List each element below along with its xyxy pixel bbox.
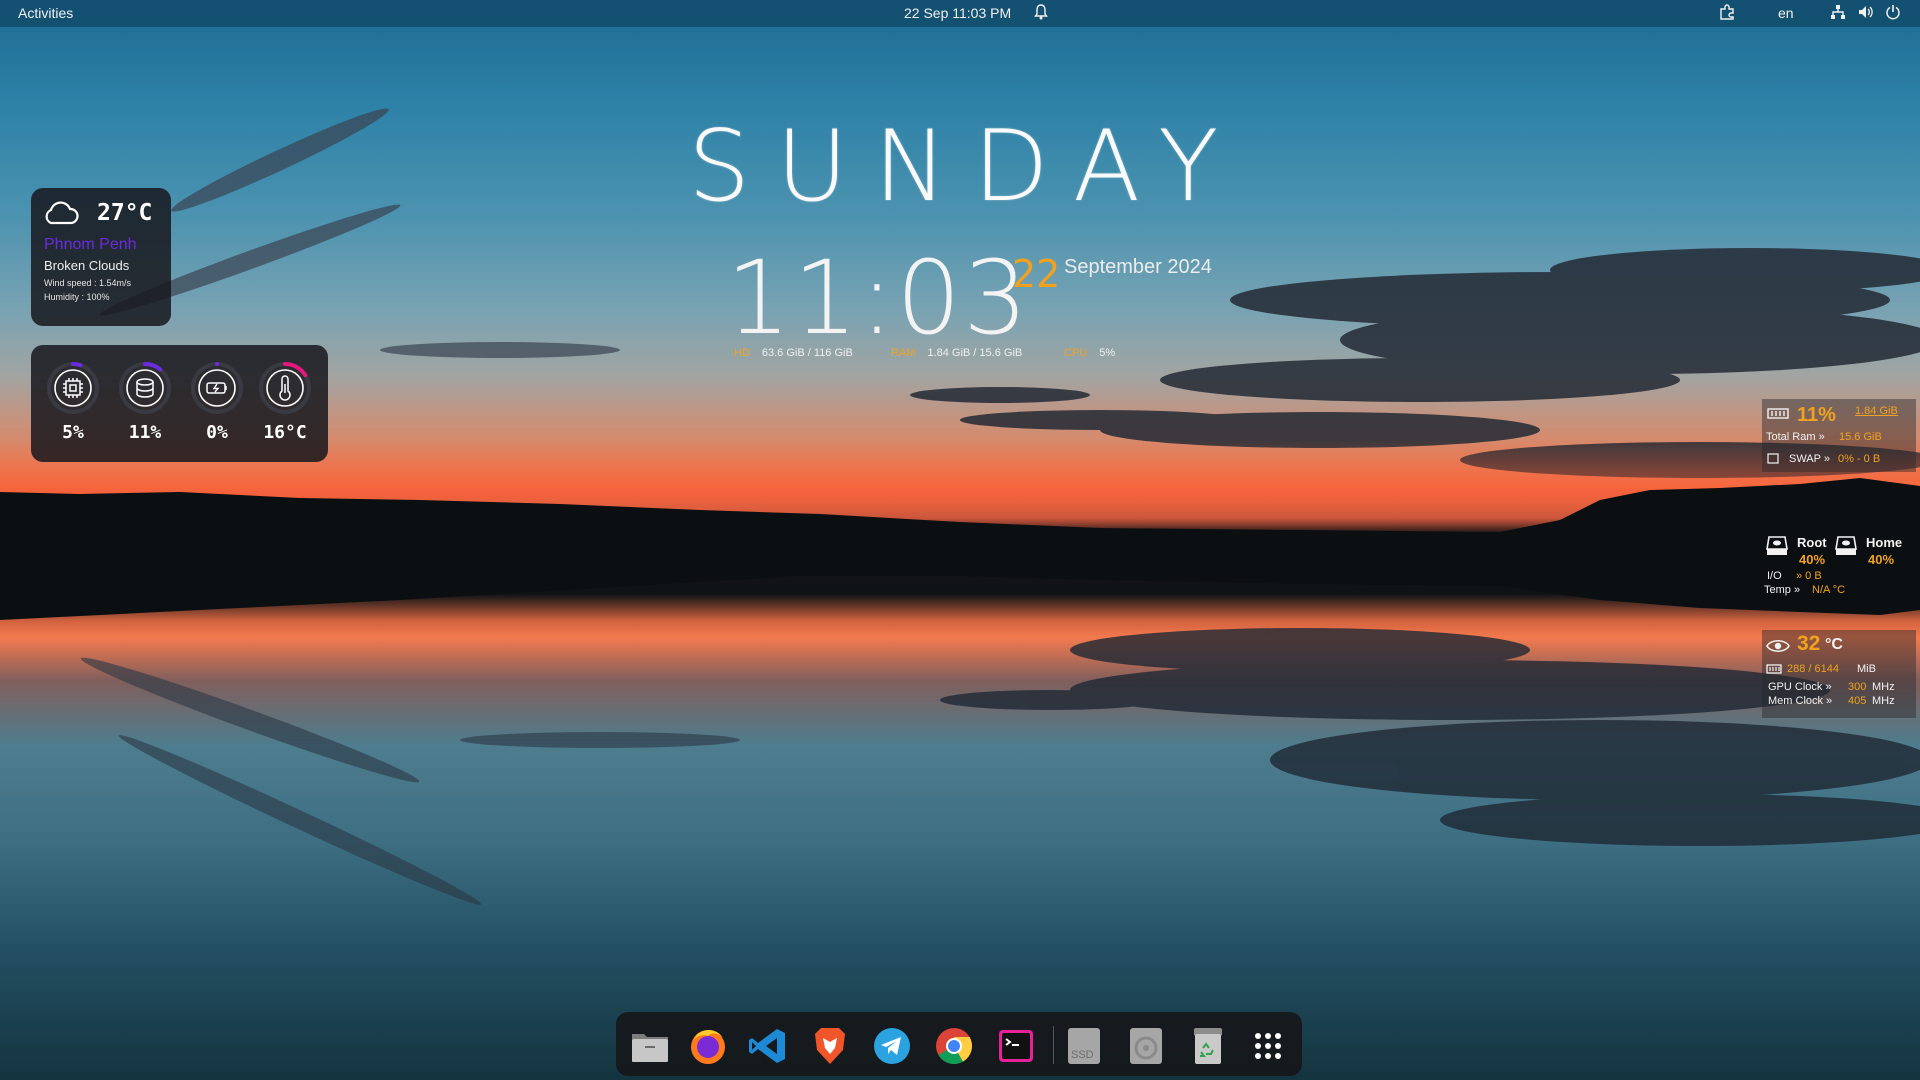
topbar-clock[interactable]: 22 Sep 11:03 PM: [904, 5, 1011, 21]
files-icon[interactable]: [628, 1024, 672, 1068]
date-day: 22: [1012, 252, 1061, 296]
weather-condition: Broken Clouds: [44, 258, 130, 273]
battery-gauge: 0%: [189, 360, 245, 443]
battery-icon: [206, 382, 227, 394]
storage-gauge-value: 11%: [128, 422, 162, 443]
temperature-gauge: 16°C: [257, 360, 313, 443]
telegram-icon[interactable]: [870, 1024, 914, 1068]
thermometer-icon: [279, 375, 291, 401]
home-value: 40%: [1868, 552, 1895, 567]
ssd-drive-icon[interactable]: SSD: [1062, 1024, 1106, 1068]
weather-humidity: Humidity : 100%: [44, 292, 110, 302]
io-value: » 0 B: [1796, 570, 1822, 582]
home-drive-icon: [1834, 535, 1858, 560]
gpu-temp-unit: °C: [1825, 636, 1843, 653]
brave-icon[interactable]: [808, 1024, 852, 1068]
extensions-icon[interactable]: [1719, 4, 1735, 23]
hd-label: HD: [734, 347, 750, 359]
weather-wind: Wind speed : 1.54m/s: [44, 278, 132, 288]
firefox-icon[interactable]: [686, 1024, 730, 1068]
total-ram-value: 15.6 GiB: [1839, 431, 1882, 443]
language-indicator[interactable]: en: [1778, 5, 1794, 21]
cloud-icon: [42, 200, 80, 230]
weather-temperature: 27°C: [97, 200, 153, 226]
app-grid-icon[interactable]: [1246, 1024, 1290, 1068]
swap-value: 0% - 0 B: [1838, 453, 1881, 465]
hd-value: 63.6 GiB / 116 GiB: [761, 347, 853, 359]
ram-chip-icon: [1767, 407, 1789, 424]
ssd-label: SSD: [1071, 1049, 1094, 1061]
network-icon[interactable]: [1830, 4, 1846, 23]
top-bar: Activities 22 Sep 11:03 PM en: [0, 0, 1920, 27]
gpu-temp-value: 32: [1797, 632, 1821, 655]
battery-gauge-value: 0%: [206, 422, 228, 443]
system-gauges-widget: 5% 11% 0% 16°C: [31, 345, 328, 462]
temperature-gauge-value: 16°C: [263, 422, 307, 443]
disk-temp-value: N/A °C: [1812, 584, 1846, 596]
day-of-week: SUNDAY: [688, 110, 1245, 224]
cpu-stat: CPU 5%: [1064, 347, 1115, 359]
cpu-gauge: 5%: [45, 360, 101, 443]
volume-icon[interactable]: [1858, 4, 1874, 23]
cpu-label: CPU: [1064, 347, 1088, 359]
storage-gauge: 11%: [117, 360, 173, 443]
root-drive-icon: [1765, 535, 1789, 560]
cpu-icon: [63, 378, 83, 398]
weather-widget: 27°C Phnom Penh Broken Clouds Wind speed…: [31, 188, 171, 326]
database-icon: [136, 378, 154, 398]
activities-button[interactable]: Activities: [18, 5, 73, 21]
date-month-year: September 2024: [1064, 256, 1212, 278]
vscode-icon[interactable]: [746, 1024, 790, 1068]
bell-icon[interactable]: [1034, 4, 1048, 23]
chrome-icon[interactable]: [932, 1024, 976, 1068]
ram-used: 1.84 GiB: [1855, 405, 1898, 417]
ram-label: RAM: [891, 347, 916, 359]
swap-icon: [1767, 453, 1779, 467]
ram-stat: RAM 1.84 GiB / 15.6 GiB: [891, 347, 1022, 359]
desktop-time: 11:03: [726, 239, 1030, 358]
weather-city: Phnom Penh: [44, 236, 137, 253]
io-label: I/O: [1767, 570, 1782, 582]
dock-separator: [1053, 1026, 1054, 1064]
hd-stat: HD 63.6 GiB / 116 GiB: [734, 347, 853, 359]
swap-label: SWAP »: [1789, 453, 1830, 465]
power-icon[interactable]: [1885, 4, 1901, 23]
cpu-value: 5%: [1099, 347, 1116, 359]
ram-value: 1.84 GiB / 15.6 GiB: [927, 347, 1023, 359]
cpu-gauge-value: 5%: [62, 422, 84, 443]
root-label: Root: [1797, 535, 1827, 550]
home-label: Home: [1866, 535, 1903, 550]
gpu-clock-unit: MHz: [1872, 681, 1895, 693]
gpu-mem-chip-icon: [1766, 664, 1782, 679]
disk-icon[interactable]: [1124, 1024, 1168, 1068]
disk-temp-label: Temp »: [1764, 584, 1801, 596]
dock: SSD: [616, 1012, 1302, 1076]
mem-clock-label: Mem Clock »: [1768, 695, 1833, 707]
trash-icon[interactable]: [1186, 1024, 1230, 1068]
mem-clock-unit: MHz: [1872, 695, 1895, 707]
ram-percent: 11%: [1797, 404, 1836, 426]
gpu-mem-value: 288 / 6144: [1787, 663, 1839, 675]
total-ram-label: Total Ram »: [1766, 431, 1825, 443]
gpu-mem-unit: MiB: [1857, 663, 1876, 675]
gpu-eye-icon: [1766, 638, 1790, 657]
terminal-icon[interactable]: [994, 1024, 1038, 1068]
root-value: 40%: [1799, 552, 1826, 567]
gpu-clock-label: GPU Clock »: [1768, 681, 1832, 693]
gpu-clock-value: 300: [1848, 681, 1867, 693]
mem-clock-value: 405: [1848, 695, 1867, 707]
